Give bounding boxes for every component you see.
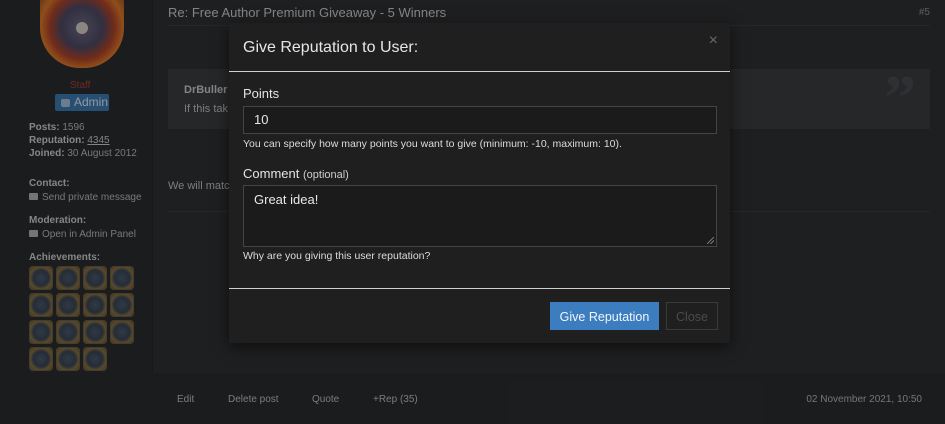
give-reputation-button[interactable]: Give Reputation (550, 302, 659, 330)
give-reputation-modal: Give Reputation to User: × Points 10 You… (229, 23, 730, 343)
modal-header-divider (229, 71, 730, 72)
resize-grip-icon[interactable] (707, 237, 714, 244)
points-input[interactable]: 10 (243, 106, 717, 134)
modal-title: Give Reputation to User: (243, 39, 419, 56)
comment-textarea[interactable]: Great idea! (243, 185, 717, 247)
comment-optional-text: (optional) (302, 169, 349, 181)
points-label: Points (243, 86, 280, 101)
comment-value: Great idea! (254, 192, 319, 207)
comment-help-text: Why are you giving this user reputation? (243, 250, 431, 262)
close-button[interactable]: Close (666, 302, 718, 330)
points-help-text: You can specify how many points you want… (243, 138, 622, 150)
comment-label: Comment (optional) (243, 166, 349, 181)
close-icon[interactable]: × (709, 32, 718, 50)
comment-label-text: Comment (243, 166, 300, 181)
modal-footer-divider (229, 288, 730, 289)
